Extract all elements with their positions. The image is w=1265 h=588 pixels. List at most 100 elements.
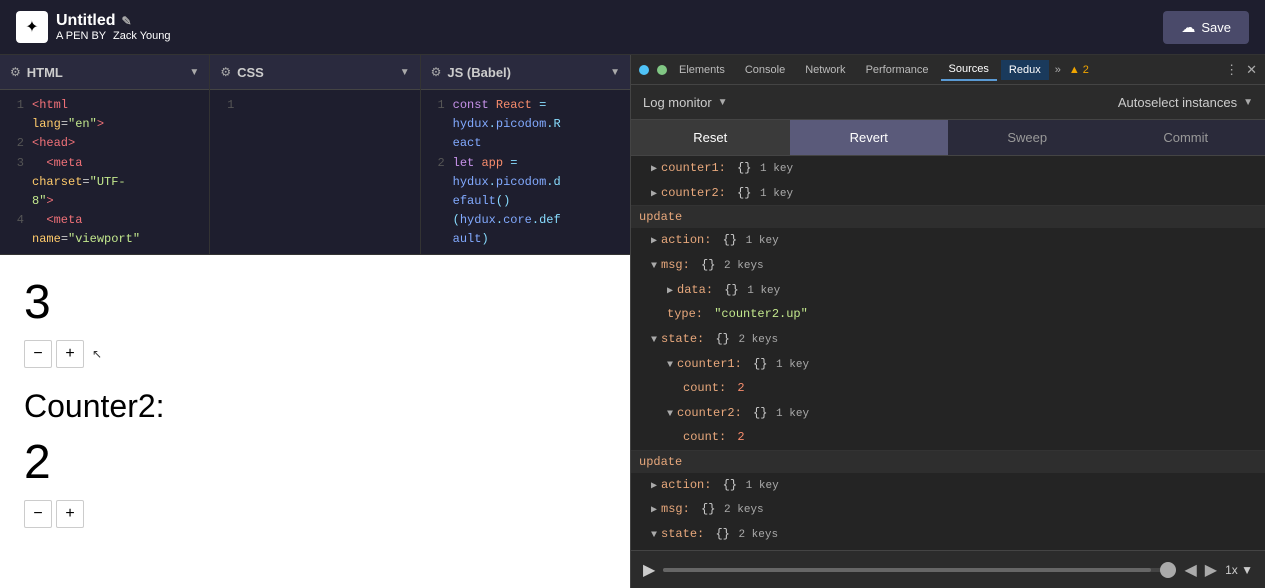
js-panel-dropdown-icon[interactable]: ▼ — [610, 67, 620, 78]
html-panel-content[interactable]: 1 <html lang="en"> 2 <head> 3 <meta — [0, 90, 209, 254]
log-tree-item: ▶ data: {} 1 key — [631, 278, 1265, 303]
tree-arrow-icon[interactable]: ▶ — [651, 233, 657, 250]
tree-arrow-icon[interactable]: ▶ — [651, 502, 657, 519]
logo-area: ✦ Untitled ✎ A PEN BY Zack Young — [16, 11, 171, 43]
code-line: charset="UTF- — [8, 173, 201, 192]
log-tree-item: ▶ action: {} 1 key — [631, 228, 1265, 253]
title-area: Untitled ✎ A PEN BY Zack Young — [56, 12, 171, 42]
progress-bar[interactable] — [663, 568, 1176, 572]
log-tree-item: ▶ counter2: {} 1 key — [631, 181, 1265, 206]
nav-icon-circle-green — [657, 65, 667, 75]
tree-arrow-icon[interactable]: ▼ — [651, 527, 657, 544]
code-line: lang="en"> — [8, 115, 201, 134]
devtools-panel: Elements Console Network Performance Sou… — [630, 55, 1265, 588]
editor-area: ⚙ HTML ▼ 1 <html lang="en"> 2 <hea — [0, 55, 630, 588]
close-devtools-button[interactable]: ✕ — [1246, 62, 1257, 78]
tab-elements[interactable]: Elements — [671, 60, 733, 80]
css-panel-content[interactable]: 1 — [210, 90, 419, 254]
tab-network[interactable]: Network — [797, 60, 853, 80]
js-panel-content[interactable]: 1 const React = hydux.picodom.R eact 2 l… — [421, 90, 630, 254]
html-panel-dropdown-icon[interactable]: ▼ — [189, 67, 199, 78]
code-line: ault) — [429, 230, 622, 249]
css-gear-icon[interactable]: ⚙ — [220, 65, 231, 79]
progress-thumb[interactable] — [1160, 562, 1176, 578]
css-panel-dropdown-icon[interactable]: ▼ — [400, 67, 410, 78]
redux-log[interactable]: ▶ counter1: {} 1 key ▶ counter2: {} 1 ke… — [631, 156, 1265, 550]
progress-fill — [663, 568, 1151, 572]
html-panel-header: ⚙ HTML ▼ — [0, 55, 209, 90]
code-line: 1 — [218, 96, 411, 115]
preview-area: 3 − + ↖ Counter2: 2 − + — [0, 255, 630, 588]
log-entry-update-1: update ▶ action: {} 1 key ▼ msg: {} 2 ke… — [631, 206, 1265, 450]
log-entry-header: update — [631, 451, 1265, 473]
redux-bottom-bar: ▶ ◀ ▶ 1x ▼ — [631, 550, 1265, 588]
tree-arrow-icon[interactable]: ▼ — [667, 406, 673, 423]
code-line: hydux.picodom.R — [429, 115, 622, 134]
tree-arrow-icon[interactable]: ▶ — [651, 161, 657, 178]
counter1-plus-button[interactable]: + — [56, 340, 84, 368]
log-entry-header: update — [631, 206, 1265, 228]
counter2-minus-button[interactable]: − — [24, 500, 52, 528]
js-panel-header: ⚙ JS (Babel) ▼ — [421, 55, 630, 90]
counter2-buttons: − + — [24, 500, 606, 528]
nav-icon-pointer — [639, 65, 649, 75]
edit-icon[interactable]: ✎ — [122, 14, 132, 28]
css-panel-title: CSS — [237, 65, 394, 80]
devtools-nav-icons — [639, 65, 667, 75]
redux-monitor-label: Log monitor — [643, 95, 712, 110]
log-tree-item: count: 2 — [631, 425, 1265, 449]
code-line: (hydux.core.def — [429, 211, 622, 230]
counter2-plus-button[interactable]: + — [56, 500, 84, 528]
redux-monitor-area: Log monitor ▼ — [643, 95, 728, 110]
log-tree-item: ▶ msg: {} 2 keys — [631, 497, 1265, 522]
tree-arrow-icon[interactable]: ▼ — [667, 357, 673, 374]
js-gear-icon[interactable]: ⚙ — [431, 65, 442, 79]
top-bar: ✦ Untitled ✎ A PEN BY Zack Young Save — [0, 0, 1265, 55]
prev-button[interactable]: ◀ — [1184, 560, 1196, 580]
redux-actions-bar: Reset Revert Sweep Commit — [631, 120, 1265, 156]
log-tree-item: ▶ counter1: {} 1 key — [631, 156, 1265, 181]
code-line: 8"> — [8, 192, 201, 211]
code-line: efault() — [429, 192, 622, 211]
tree-arrow-icon[interactable]: ▶ — [667, 283, 673, 300]
tab-console[interactable]: Console — [737, 60, 793, 80]
code-line: 1 <html — [8, 96, 201, 115]
redux-autoselect-label: Autoselect instances — [1118, 95, 1237, 110]
speed-selector[interactable]: 1x ▼ — [1225, 563, 1253, 577]
reset-button[interactable]: Reset — [631, 120, 790, 155]
html-panel-title: HTML — [27, 65, 184, 80]
tree-arrow-icon[interactable]: ▼ — [651, 258, 657, 275]
commit-button[interactable]: Commit — [1107, 120, 1265, 155]
tree-arrow-icon[interactable]: ▼ — [651, 332, 657, 349]
redux-monitor-dropdown-icon[interactable]: ▼ — [718, 97, 728, 108]
tab-sources[interactable]: Sources — [941, 59, 997, 81]
pen-title: Untitled ✎ — [56, 12, 171, 30]
code-line: 3 <meta — [8, 154, 201, 173]
html-gear-icon[interactable]: ⚙ — [10, 65, 21, 79]
tree-arrow-icon[interactable]: ▶ — [651, 186, 657, 203]
next-button[interactable]: ▶ — [1205, 560, 1217, 580]
tab-performance[interactable]: Performance — [858, 60, 937, 80]
code-line: 4 <meta — [8, 211, 201, 230]
play-button[interactable]: ▶ — [643, 560, 655, 580]
redux-autoselect-dropdown-icon[interactable]: ▼ — [1243, 97, 1253, 108]
tab-redux[interactable]: Redux — [1001, 60, 1049, 80]
revert-button[interactable]: Revert — [790, 120, 949, 155]
counter2-label: Counter2: — [24, 388, 606, 425]
log-tree-item: ▼ state: {} 2 keys — [631, 522, 1265, 547]
pen-subtitle: A PEN BY Zack Young — [56, 30, 171, 42]
tree-arrow-icon[interactable]: ▶ — [651, 478, 657, 495]
settings-icon[interactable]: ⋮ — [1225, 62, 1238, 78]
counter1-minus-button[interactable]: − — [24, 340, 52, 368]
code-line: 1 const React = — [429, 96, 622, 115]
sweep-button[interactable]: Sweep — [948, 120, 1107, 155]
main-layout: ⚙ HTML ▼ 1 <html lang="en"> 2 <hea — [0, 55, 1265, 588]
redux-autoselect-area: Autoselect instances ▼ — [1118, 95, 1253, 110]
more-tabs-icon[interactable]: » — [1055, 64, 1061, 76]
save-button[interactable]: Save — [1163, 11, 1249, 44]
devtools-top-nav: Elements Console Network Performance Sou… — [631, 55, 1265, 85]
redux-toolbar: Log monitor ▼ Autoselect instances ▼ — [631, 85, 1265, 120]
alert-badge: ▲ 2 — [1069, 64, 1089, 76]
code-line: eact — [429, 134, 622, 153]
counter1-value: 3 — [24, 275, 606, 330]
